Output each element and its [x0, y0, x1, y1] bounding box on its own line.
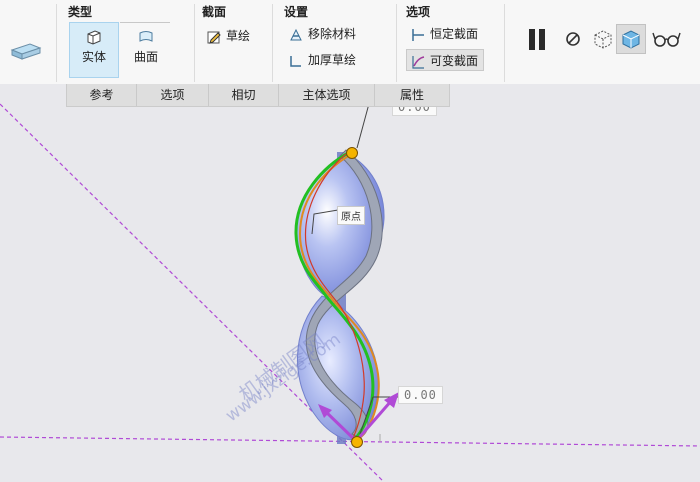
type-group: 类型 实体 曲面 — [60, 0, 194, 84]
pause-icon — [529, 29, 545, 50]
surface-label: 曲面 — [133, 50, 158, 64]
wireframe-preview-icon — [594, 30, 612, 49]
section-group: 截面 草绘 — [194, 0, 272, 84]
solid-button[interactable]: 实体 — [69, 22, 119, 78]
dimension-leader-top — [356, 99, 371, 149]
verify-mode-button[interactable] — [650, 24, 681, 54]
shaded-preview-icon — [622, 30, 640, 49]
dimension-value-bottom[interactable]: 0.00 — [398, 386, 443, 404]
model-canvas — [0, 99, 700, 482]
options-group-title: 选项 — [406, 5, 431, 19]
geometry-preview-button[interactable] — [616, 24, 646, 54]
glasses-icon — [652, 32, 681, 47]
graphics-viewport[interactable]: 0.00 0.00 原点 机械制图网 www.jxzige.com — [0, 84, 700, 482]
type-group-title: 类型 — [68, 5, 93, 19]
trajectory-end-handle — [351, 436, 363, 448]
remove-material-button[interactable]: 移除材料 — [284, 22, 362, 44]
thicken-sketch-label: 加厚草绘 — [308, 53, 357, 67]
constant-section-icon — [412, 28, 424, 41]
ribbon-separator — [56, 4, 57, 82]
swept-blend-tool-icon[interactable] — [6, 36, 44, 66]
trajectory-start-handle — [346, 147, 358, 159]
no-preview-button[interactable] — [558, 24, 588, 54]
thicken-sketch-button[interactable]: 加厚草绘 — [284, 48, 362, 70]
attached-preview-button[interactable] — [588, 24, 618, 54]
constant-section-button[interactable]: 恒定截面 — [406, 22, 484, 44]
sketch-button[interactable]: 草绘 — [202, 24, 256, 46]
settings-group-title: 设置 — [284, 5, 309, 19]
tab-references[interactable]: 参考 — [67, 84, 137, 106]
solid-label: 实体 — [81, 50, 106, 64]
ribbon-separator — [504, 4, 505, 82]
solid-icon — [87, 30, 101, 45]
remove-material-label: 移除材料 — [308, 27, 357, 41]
tab-tangency[interactable]: 相切 — [209, 84, 279, 106]
thicken-sketch-icon — [290, 55, 301, 67]
ribbon-toolbar: 类型 实体 曲面 截面 草绘 设置 移除材料 加厚草绘 选项 恒定截面 可变截面 — [0, 0, 700, 85]
variable-section-icon — [412, 55, 425, 69]
tab-body-options[interactable]: 主体选项 — [279, 84, 375, 106]
settings-group: 设置 移除材料 加厚草绘 — [276, 0, 396, 84]
ribbon-separator — [396, 4, 397, 82]
origin-label: 原点 — [337, 206, 365, 225]
constant-section-label: 恒定截面 — [430, 27, 479, 41]
options-group: 选项 恒定截面 可变截面 — [398, 0, 504, 84]
tab-properties[interactable]: 属性 — [375, 84, 449, 106]
no-preview-icon — [566, 32, 580, 46]
sketch-label: 草绘 — [226, 29, 251, 43]
variable-section-button[interactable]: 可变截面 — [406, 49, 485, 71]
sketch-pencil-icon — [207, 31, 221, 44]
pause-button[interactable] — [522, 24, 552, 54]
surface-button[interactable]: 曲面 — [121, 22, 171, 78]
section-group-title: 截面 — [202, 5, 227, 19]
surface-icon — [139, 31, 153, 42]
remove-material-icon — [290, 28, 302, 40]
dashboard-tabs: 参考 选项 相切 主体选项 属性 — [66, 84, 450, 107]
variable-section-label: 可变截面 — [430, 54, 479, 68]
tab-options[interactable]: 选项 — [137, 84, 209, 106]
ribbon-separator — [272, 4, 273, 82]
